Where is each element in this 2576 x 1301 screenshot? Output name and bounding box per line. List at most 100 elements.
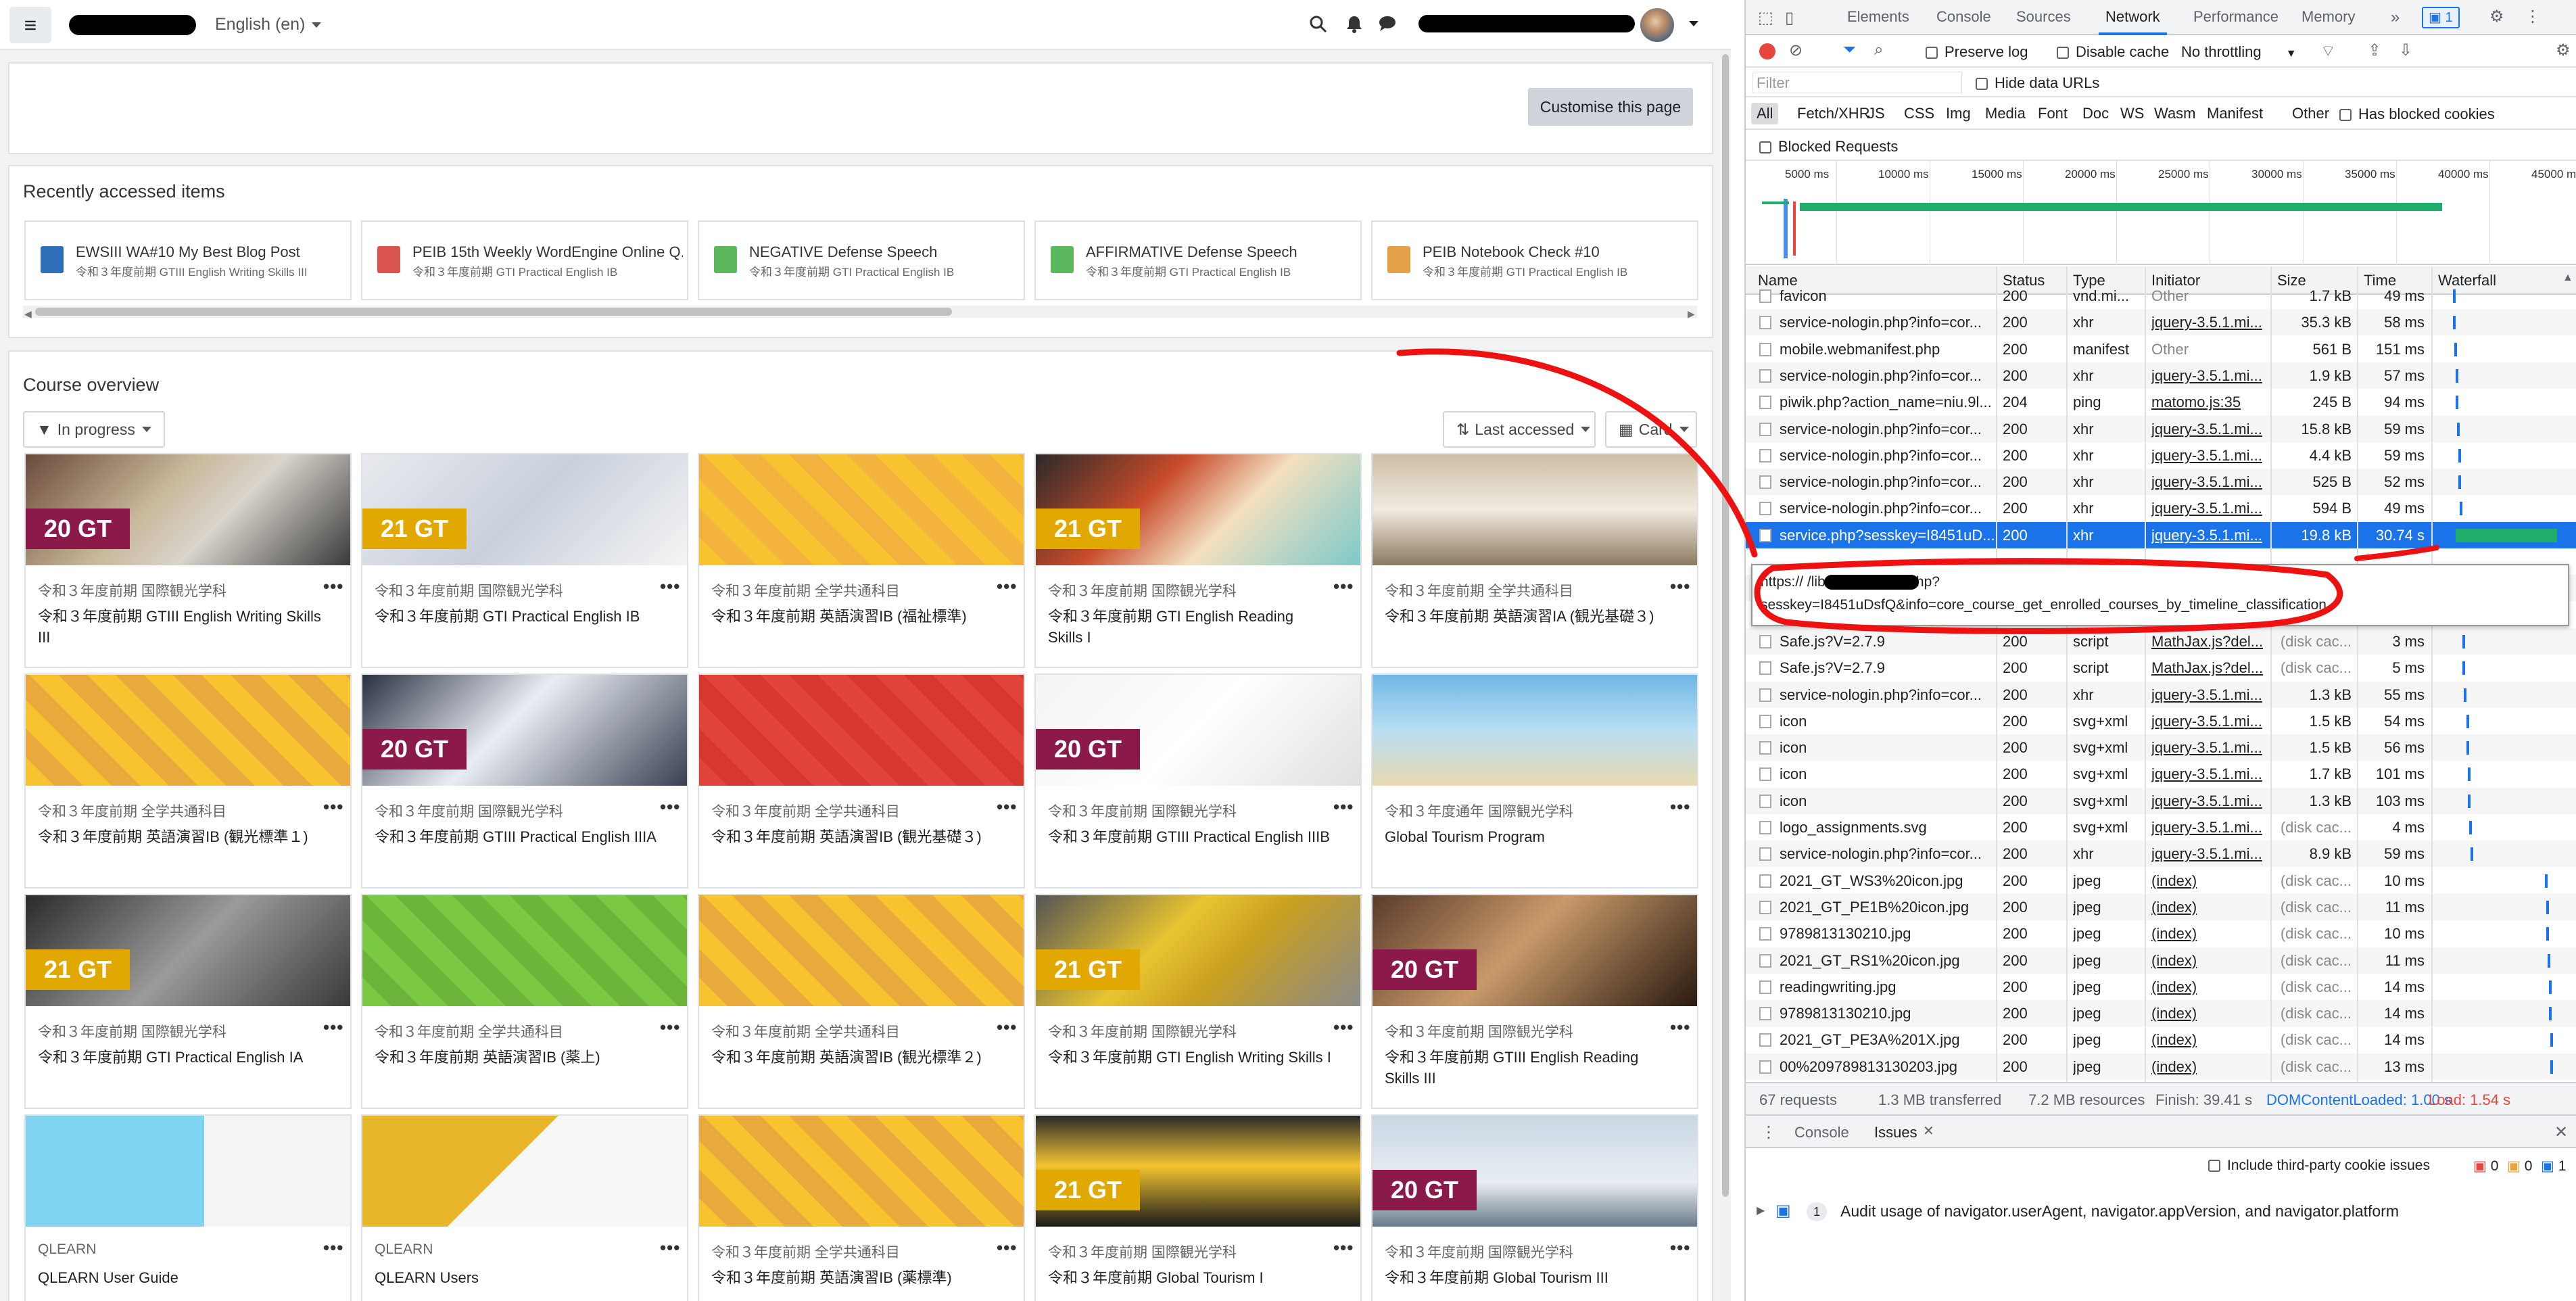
course-name-link[interactable]: 令和３年度前期 英語演習IB (福祉標準) (711, 606, 995, 627)
course-name-link[interactable]: 令和３年度前期 GTIII English Writing Skills III (38, 606, 322, 648)
course-name-link[interactable]: 令和３年度前期 GTIII Practical English IIIA (375, 826, 659, 847)
course-actions-menu[interactable]: ••• (660, 1017, 680, 1038)
third-party-issues-checkbox[interactable]: Include third-party cookie issues (2208, 1158, 2430, 1174)
request-row[interactable]: 2021_GT_WS3%20icon.jpg 200 jpeg (index) (dis… (1746, 868, 2576, 894)
close-issues-tab-icon[interactable]: ✕ (1923, 1122, 1934, 1139)
chat-icon[interactable] (1378, 15, 1397, 37)
type-filter-js[interactable]: JS (1862, 103, 1890, 124)
request-row[interactable]: icon 200 svg+xml jquery-3.5.1.mi... 1.5 kB 56… (1746, 734, 2576, 761)
course-image[interactable] (362, 1116, 687, 1227)
course-image[interactable]: 21 GT (362, 454, 687, 565)
page-scrollbar[interactable] (1720, 50, 1731, 1301)
request-row[interactable]: service-nologin.php?info=cor... 200 xhr jqu… (1746, 495, 2576, 521)
network-conditions-icon[interactable]: ⌔ (2320, 41, 2336, 61)
request-row[interactable]: piwik.php?action_name=niu.9l... 204 ping ma… (1746, 389, 2576, 415)
user-menu-chevron-icon[interactable] (1689, 21, 1698, 26)
language-menu[interactable]: English (en) (215, 15, 322, 34)
request-row[interactable]: service-nologin.php?info=cor... 200 xhr jqu… (1746, 442, 2576, 469)
request-initiator[interactable]: jquery-3.5.1.mi... (2151, 713, 2269, 730)
course-image[interactable] (26, 1116, 350, 1227)
drawer-menu-icon[interactable]: ⋮ (1761, 1122, 1777, 1142)
course-name-link[interactable]: 令和３年度前期 GTIII Practical English IIIB (1048, 826, 1332, 847)
course-image[interactable] (699, 675, 1024, 786)
type-filter-font[interactable]: Font (2032, 103, 2073, 124)
course-actions-menu[interactable]: ••• (660, 576, 680, 597)
request-row[interactable]: service.php?sesskey=I8451uD... 200 xhr jque… (1746, 521, 2576, 548)
course-actions-menu[interactable]: ••• (1333, 1237, 1354, 1258)
request-initiator[interactable]: (index) (2151, 925, 2269, 943)
course-name-link[interactable]: Global Tourism Program (1385, 826, 1669, 847)
course-image[interactable]: 21 GT (1036, 454, 1360, 565)
search-icon[interactable]: ⌕ (1874, 41, 1883, 60)
request-initiator[interactable]: jquery-3.5.1.mi... (2151, 500, 2269, 517)
type-filter-manifest[interactable]: Manifest (2201, 103, 2268, 124)
request-initiator[interactable]: matomo.js:35 (2151, 394, 2269, 411)
course-card[interactable]: 21 GT 令和３年度前期 国際観光学科 令和３年度前期 Global Touris… (1034, 1114, 1362, 1301)
course-actions-menu[interactable]: ••• (1333, 1017, 1354, 1038)
scrollbar-thumb[interactable] (35, 308, 952, 316)
course-actions-menu[interactable]: ••• (660, 1237, 680, 1258)
course-image[interactable] (26, 675, 350, 786)
disable-cache-checkbox[interactable]: Disable cache (2057, 43, 2169, 61)
export-har-icon[interactable]: ⇩ (2399, 41, 2412, 60)
course-image[interactable] (362, 895, 687, 1006)
request-row[interactable]: mobile.webmanifest.php 200 manifest Other 56… (1746, 336, 2576, 362)
request-initiator[interactable]: MathJax.js?del... (2151, 659, 2269, 677)
has-blocked-cookies-checkbox[interactable]: Has blocked cookies (2339, 105, 2495, 123)
request-row[interactable]: 9789813130210.jpg 200 jpeg (index) (disk cac… (1746, 920, 2576, 947)
preserve-log-checkbox[interactable]: Preserve log (1926, 43, 2028, 61)
request-row[interactable]: icon 200 svg+xml jquery-3.5.1.mi... 1.3 kB 10… (1746, 787, 2576, 814)
course-name-link[interactable]: 令和３年度前期 英語演習IB (観光基礎３) (711, 826, 995, 847)
more-tabs-icon[interactable]: » (2391, 8, 2400, 27)
course-actions-menu[interactable]: ••• (997, 1237, 1017, 1258)
request-initiator[interactable]: jquery-3.5.1.mi... (2151, 739, 2269, 757)
course-card[interactable]: 令和３年度前期 全学共通科目 令和３年度前期 英語演習IB (薬上) ••• (361, 894, 688, 1109)
record-stop-icon[interactable] (1759, 43, 1775, 60)
course-name-link[interactable]: 令和３年度前期 Global Tourism III (1385, 1267, 1669, 1288)
request-row[interactable]: 2021_GT_PE1B%20icon.jpg 200 jpeg (index) (di… (1746, 893, 2576, 920)
course-actions-menu[interactable]: ••• (323, 1237, 343, 1258)
course-actions-menu[interactable]: ••• (1333, 576, 1354, 597)
recent-item[interactable]: EWSIII WA#10 My Best Blog Post 令和３年度前期 GT… (24, 220, 352, 300)
course-image[interactable] (699, 1116, 1024, 1227)
more-options-icon[interactable]: ⋮ (2525, 7, 2541, 26)
course-actions-menu[interactable]: ••• (1670, 576, 1690, 597)
course-image[interactable]: 21 GT (1036, 1116, 1360, 1227)
request-initiator[interactable]: (index) (2151, 952, 2269, 970)
course-card[interactable]: 21 GT 令和３年度前期 国際観光学科 令和３年度前期 GTI English R… (1034, 453, 1362, 668)
course-image[interactable]: 20 GT (1373, 895, 1697, 1006)
course-name-link[interactable]: QLEARN User Guide (38, 1267, 322, 1288)
course-card[interactable]: 令和３年度前期 全学共通科目 令和３年度前期 英語演習IA (観光基礎３) ••• (1371, 453, 1698, 668)
request-row[interactable]: service-nologin.php?info=cor... 200 xhr jqu… (1746, 362, 2576, 389)
course-actions-menu[interactable]: ••• (1333, 797, 1354, 818)
tab-elements[interactable]: Elements (1847, 8, 1909, 26)
tab-performance[interactable]: Performance (2193, 8, 2279, 26)
request-row[interactable]: service-nologin.php?info=cor... 200 xhr jqu… (1746, 841, 2576, 868)
course-card[interactable]: 令和３年度前期 全学共通科目 令和３年度前期 英語演習IB (観光標準２) ••• (698, 894, 1025, 1109)
recent-scrollbar[interactable] (23, 306, 1697, 318)
type-filter-css[interactable]: CSS (1899, 103, 1940, 124)
course-card[interactable]: 20 GT 令和３年度前期 国際観光学科 令和３年度前期 GTIII English… (1371, 894, 1698, 1109)
request-initiator[interactable]: jquery-3.5.1.mi... (2151, 793, 2269, 810)
course-name-link[interactable]: 令和３年度前期 GTI Practical English IB (375, 606, 659, 627)
settings-gear-icon[interactable]: ⚙ (2489, 7, 2504, 26)
course-actions-menu[interactable]: ••• (1670, 1017, 1690, 1038)
bell-icon[interactable] (1345, 15, 1363, 39)
expand-arrow-icon[interactable]: ▶ (1757, 1204, 1765, 1217)
request-row[interactable]: 2021_GT_PE3A%201X.jpg 200 jpeg (index) (disk… (1746, 1026, 2576, 1053)
clear-icon[interactable]: ⊘ (1789, 41, 1803, 60)
course-card[interactable]: QLEARN QLEARN User Guide ••• (24, 1114, 352, 1301)
request-initiator[interactable]: jquery-3.5.1.mi... (2151, 845, 2269, 863)
course-actions-menu[interactable]: ••• (1670, 797, 1690, 818)
tab-sources[interactable]: Sources (2016, 8, 2071, 26)
close-drawer-icon[interactable]: ✕ (2554, 1122, 2568, 1142)
request-initiator[interactable]: jquery-3.5.1.mi... (2151, 527, 2269, 544)
recent-item[interactable]: AFFIRMATIVE Defense Speech 令和３年度前期 GTI Pr… (1034, 220, 1362, 300)
course-image[interactable]: 20 GT (1036, 675, 1360, 786)
type-filter-img[interactable]: Img (1940, 103, 1976, 124)
request-initiator[interactable]: jquery-3.5.1.mi... (2151, 473, 2269, 491)
course-image[interactable]: 20 GT (362, 675, 687, 786)
course-actions-menu[interactable]: ••• (997, 1017, 1017, 1038)
request-initiator[interactable]: jquery-3.5.1.mi... (2151, 447, 2269, 465)
course-name-link[interactable]: 令和３年度前期 GTI English Writing Skills I (1048, 1047, 1332, 1068)
